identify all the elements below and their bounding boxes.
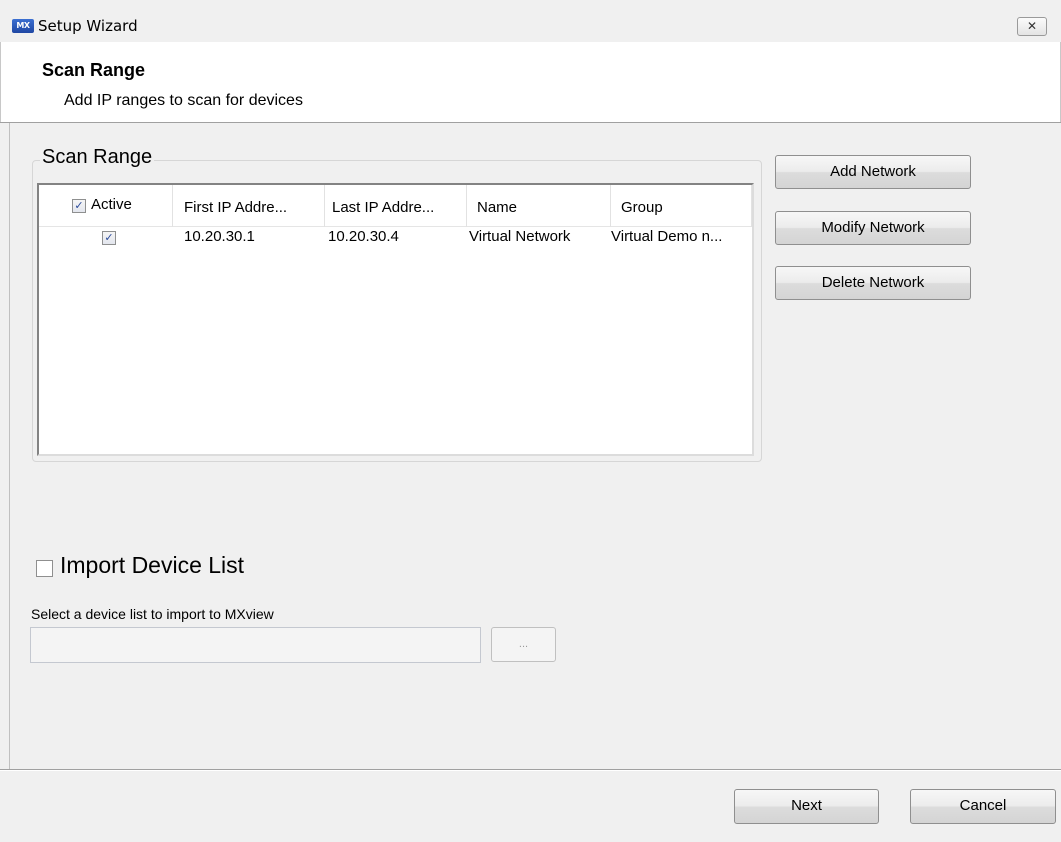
row-active-cell: ✓ xyxy=(39,227,173,247)
import-device-list-label[interactable]: Import Device List xyxy=(60,552,244,579)
column-header-group[interactable]: Group xyxy=(611,185,752,227)
scan-range-table[interactable]: ✓ Active First IP Addre... Last IP Addre… xyxy=(37,183,754,456)
table-row[interactable]: ✓ 10.20.30.1 10.20.30.4 Virtual Network … xyxy=(39,227,752,247)
column-header-name[interactable]: Name xyxy=(467,185,611,227)
page-title: Scan Range xyxy=(42,60,146,80)
row-name: Virtual Network xyxy=(469,228,571,245)
scan-range-group-title: Scan Range xyxy=(40,146,155,169)
page-subtitle: Add IP ranges to scan for devices xyxy=(64,92,303,109)
table-header: ✓ Active First IP Addre... Last IP Addre… xyxy=(39,185,752,227)
select-all-checkbox[interactable]: ✓ xyxy=(72,199,86,213)
window-title: Setup Wizard xyxy=(38,17,138,35)
footer-divider xyxy=(0,769,1061,771)
row-active-checkbox[interactable]: ✓ xyxy=(102,231,116,245)
next-button[interactable]: Next xyxy=(734,789,879,824)
add-network-button[interactable]: Add Network xyxy=(775,155,971,189)
close-button[interactable]: ✕ xyxy=(1017,17,1047,36)
row-first-ip: 10.20.30.1 xyxy=(184,228,255,245)
title-bar: MX Setup Wizard ✕ xyxy=(0,0,1061,42)
select-device-list-label: Select a device list to import to MXview xyxy=(31,606,274,622)
row-last-ip: 10.20.30.4 xyxy=(328,228,399,245)
import-device-list-checkbox[interactable] xyxy=(36,560,53,577)
wizard-header: Scan Range Add IP ranges to scan for dev… xyxy=(0,42,1061,122)
column-header-last-ip[interactable]: Last IP Addre... xyxy=(325,185,467,227)
column-header-first-ip[interactable]: First IP Addre... xyxy=(173,185,325,227)
cancel-button[interactable]: Cancel xyxy=(910,789,1056,824)
column-header-active-label: Active xyxy=(91,196,132,213)
column-header-active[interactable]: ✓ Active xyxy=(39,185,173,227)
delete-network-button[interactable]: Delete Network xyxy=(775,266,971,300)
app-logo-icon: MX xyxy=(12,19,34,33)
browse-button[interactable]: ... xyxy=(491,627,556,662)
row-group: Virtual Demo n... xyxy=(611,228,723,245)
device-list-path-input[interactable] xyxy=(30,627,481,663)
modify-network-button[interactable]: Modify Network xyxy=(775,211,971,245)
